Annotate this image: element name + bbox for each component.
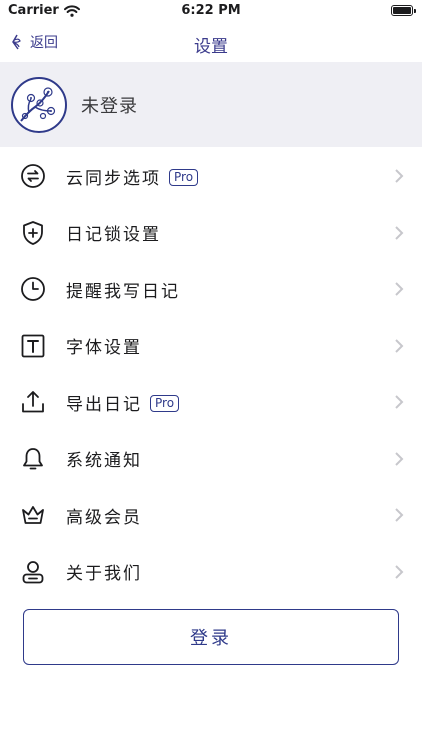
battery-icon (391, 5, 416, 16)
pro-badge: Pro (169, 169, 199, 187)
chevron-right-icon (395, 339, 404, 353)
menu-item-label: 提醒我写日记 (66, 281, 180, 302)
profile-header[interactable]: 未登录 (0, 62, 422, 147)
menu-item-notifications[interactable]: 系统通知 (0, 431, 422, 488)
chevron-right-icon (395, 395, 404, 409)
menu-item-label: 导出日记 Pro (66, 390, 180, 415)
crown-icon (22, 506, 44, 525)
menu-item-label: 高级会员 (66, 507, 142, 528)
avatar[interactable] (11, 76, 67, 133)
settings-menu: 云同步选项 Pro 日记锁设置 提醒我写日记 字体设置 导出日记 Pro 系统通… (0, 148, 422, 600)
menu-item-label: 云同步选项 Pro (66, 164, 199, 189)
menu-item-reminder[interactable]: 提醒我写日记 (0, 261, 422, 318)
user-icon (22, 560, 44, 584)
status-time: 6:22 PM (181, 3, 241, 18)
login-button[interactable]: 登录 (23, 609, 399, 665)
clock-icon (21, 277, 45, 302)
menu-item-premium[interactable]: 高级会员 (0, 487, 422, 544)
chevron-right-icon (395, 452, 404, 466)
pro-badge: Pro (150, 395, 180, 413)
menu-item-label: 日记锁设置 (66, 225, 161, 246)
chevron-right-icon (395, 226, 404, 240)
menu-item-font[interactable]: 字体设置 (0, 318, 422, 375)
chevron-right-icon (395, 508, 404, 522)
nav-bar: 返回 设置 (0, 24, 422, 62)
menu-item-label: 关于我们 (66, 564, 142, 585)
plum-blossom-icon (20, 86, 56, 122)
menu-item-about[interactable]: 关于我们 (0, 544, 422, 601)
menu-item-diary-lock[interactable]: 日记锁设置 (0, 205, 422, 262)
menu-item-cloud-sync[interactable]: 云同步选项 Pro (0, 148, 422, 205)
page-title: 设置 (194, 37, 228, 57)
chevron-right-icon (395, 282, 404, 296)
sync-icon (21, 164, 45, 189)
menu-item-label: 字体设置 (66, 338, 142, 359)
status-bar: Carrier 6:22 PM (0, 0, 422, 24)
chevron-right-icon (395, 565, 404, 579)
text-icon (21, 334, 45, 358)
bell-icon (23, 447, 43, 470)
menu-item-export[interactable]: 导出日记 Pro (0, 374, 422, 431)
login-status: 未登录 (81, 95, 138, 117)
chevron-right-icon (395, 169, 404, 183)
shield-plus-icon (23, 220, 43, 245)
menu-item-label: 系统通知 (66, 451, 142, 472)
upload-icon (22, 391, 44, 413)
